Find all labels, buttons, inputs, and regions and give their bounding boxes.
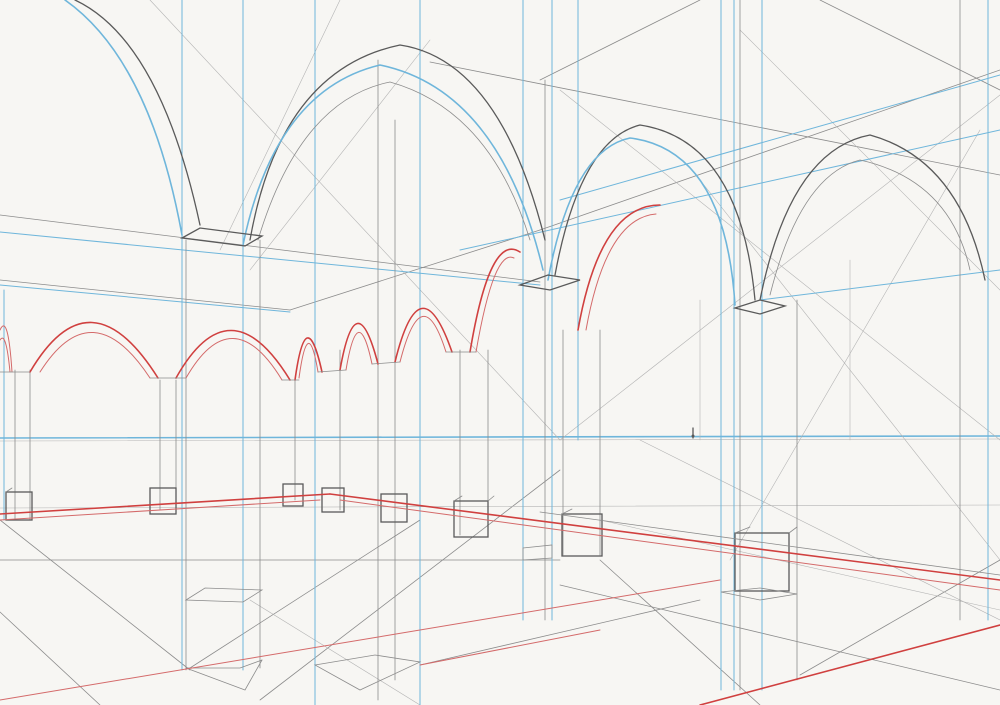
arcade-perspective-sketch <box>0 0 1000 705</box>
